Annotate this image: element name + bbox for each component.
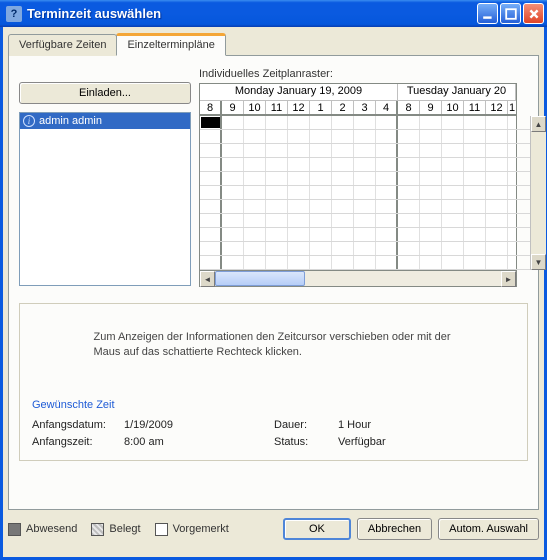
scroll-track[interactable]	[215, 271, 501, 286]
grid-row[interactable]	[200, 186, 530, 200]
app-icon: ?	[6, 6, 22, 22]
grid-row[interactable]	[200, 144, 530, 158]
duration-value: 1 Hour	[338, 417, 371, 434]
time-cursor[interactable]	[201, 117, 220, 128]
legend-tentative: Vorgemerkt	[155, 523, 229, 536]
scroll-right-button[interactable]: ►	[501, 271, 516, 287]
scroll-thumb[interactable]	[215, 271, 305, 286]
tab-individual-schedules[interactable]: Einzelterminpläne	[116, 33, 225, 56]
window-title: Terminzeit auswählen	[27, 6, 477, 21]
tab-available-times[interactable]: Verfügbare Zeiten	[8, 34, 117, 56]
ok-button[interactable]: OK	[283, 518, 351, 540]
horizontal-scrollbar[interactable]: ◄ ►	[199, 271, 517, 287]
vertical-scrollbar[interactable]: ▲ ▼	[530, 116, 546, 270]
legend-busy: Belegt	[91, 523, 140, 536]
start-time-label: Anfangszeit:	[32, 434, 124, 451]
grid-row[interactable]	[200, 228, 530, 242]
bottom-bar: Abwesend Belegt Vorgemerkt OK Abbrechen …	[8, 518, 539, 540]
swatch-busy	[91, 523, 104, 536]
attendee-name: admin admin	[39, 115, 102, 127]
list-item[interactable]: i admin admin	[20, 113, 190, 129]
schedule-grid[interactable]: Monday January 19, 2009 Tuesday January …	[199, 83, 517, 271]
invite-button[interactable]: Einladen...	[19, 82, 191, 104]
grid-row[interactable]	[200, 130, 530, 144]
grid-label: Individuelles Zeitplanraster:	[199, 68, 528, 80]
auto-select-button[interactable]: Autom. Auswahl	[438, 518, 539, 540]
maximize-button[interactable]	[500, 3, 521, 24]
grid-row[interactable]	[200, 172, 530, 186]
scroll-up-button[interactable]: ▲	[531, 116, 546, 132]
swatch-tentative	[155, 523, 168, 536]
scroll-left-button[interactable]: ◄	[200, 271, 215, 287]
hour-header: 8 9 10 11 12 1 2 3 4 8 9 10 11 12	[200, 101, 516, 116]
cancel-button[interactable]: Abbrechen	[357, 518, 432, 540]
info-icon: i	[23, 115, 35, 127]
start-date-value: 1/19/2009	[124, 417, 274, 434]
grid-row[interactable]	[200, 256, 530, 270]
duration-label: Dauer:	[274, 417, 338, 434]
status-value: Verfügbar	[338, 434, 386, 451]
start-time-value: 8:00 am	[124, 434, 274, 451]
grid-row[interactable]	[200, 214, 530, 228]
grid-row[interactable]	[200, 158, 530, 172]
legend-absent: Abwesend	[8, 523, 77, 536]
date-header: Tuesday January 20	[398, 84, 516, 100]
desired-time-title: Gewünschte Zeit	[32, 399, 515, 411]
minimize-button[interactable]	[477, 3, 498, 24]
close-button[interactable]	[523, 3, 544, 24]
grid-row[interactable]	[200, 200, 530, 214]
tab-panel: Einladen... i admin admin Individuelles …	[8, 55, 539, 510]
grid-row[interactable]	[200, 242, 530, 256]
grid-row[interactable]	[200, 116, 530, 130]
date-header: Monday January 19, 2009	[200, 84, 398, 100]
start-date-label: Anfangsdatum:	[32, 417, 124, 434]
swatch-absent	[8, 523, 21, 536]
tab-strip: Verfügbare Zeiten Einzelterminpläne	[8, 33, 539, 55]
status-label: Status:	[274, 434, 338, 451]
attendee-list[interactable]: i admin admin	[19, 112, 191, 286]
info-groupbox: Zum Anzeigen der Informationen den Zeitc…	[19, 303, 528, 461]
title-bar: ? Terminzeit auswählen	[0, 0, 547, 27]
client-area: Verfügbare Zeiten Einzelterminpläne Einl…	[0, 27, 547, 560]
scroll-down-button[interactable]: ▼	[531, 254, 546, 270]
hint-text: Zum Anzeigen der Informationen den Zeitc…	[94, 330, 454, 360]
